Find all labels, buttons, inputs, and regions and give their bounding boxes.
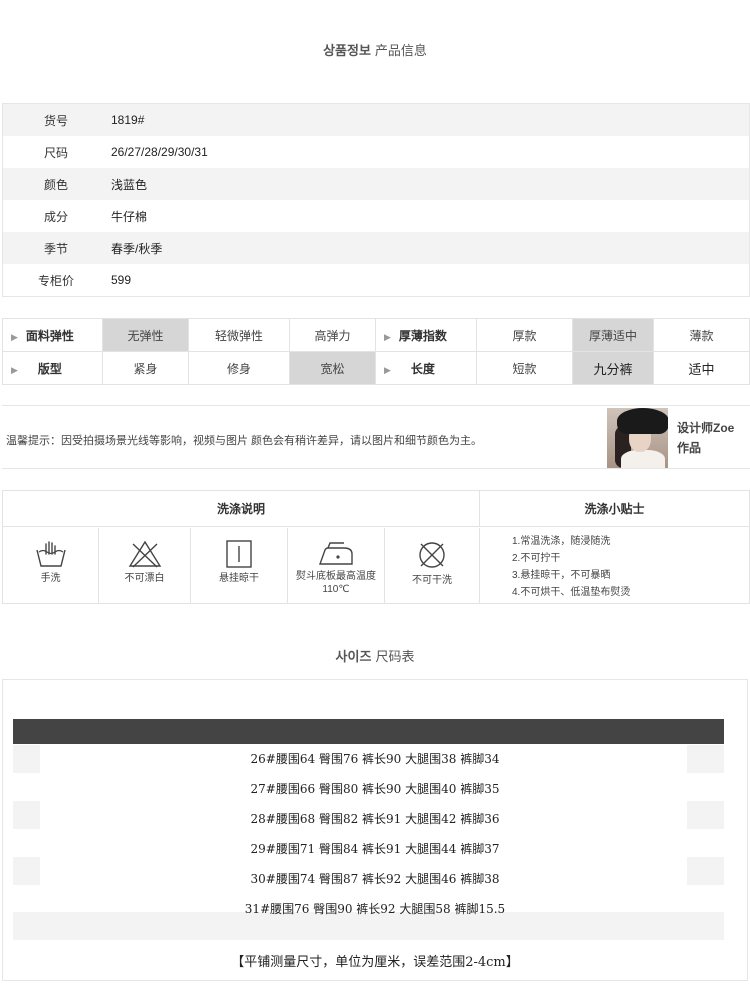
no-bleach-icon xyxy=(128,540,161,568)
care-tip: 4.不可烘干、低温垫布熨烫 xyxy=(512,587,631,598)
size-row: 29#腰围71 臀围84 裤长91 大腿围44 裤脚37 xyxy=(250,842,500,856)
product-info-table: 货号 1819# 尺码 26/27/28/29/30/31 颜色 浅蓝色 成分 … xyxy=(2,103,750,297)
hand-wash-icon xyxy=(35,541,66,567)
triangle-icon: ▶ xyxy=(384,364,391,375)
size-row: 27#腰围66 臀围80 裤长90 大腿围40 裤脚35 xyxy=(250,782,500,796)
property-option: 适中 xyxy=(653,351,750,385)
care-label: 不可漂白 xyxy=(124,573,165,584)
property-head-label: 长度 xyxy=(410,361,435,376)
hang-dry-icon xyxy=(226,540,252,568)
property-row: ▶ 面料弹性 无弹性 轻微弹性 高弹力 ▶ 厚薄指数 厚款 厚薄适中 薄款 xyxy=(2,318,750,352)
care-tips-title: 洗涤小贴士 xyxy=(480,491,749,527)
info-row: 成分 牛仔棉 xyxy=(3,200,749,232)
property-option: 薄款 xyxy=(653,318,750,352)
size-row: 28#腰围68 臀围82 裤长91 大腿围42 裤脚36 xyxy=(250,812,500,826)
info-value: 599 xyxy=(111,273,132,287)
designer-credit: 设计师Zoe 作品 xyxy=(677,418,734,458)
designer-works: 作品 xyxy=(677,441,702,455)
property-head: ▶ 长度 xyxy=(375,351,477,385)
info-value: 26/27/28/29/30/31 xyxy=(111,145,208,159)
care-item: 熨斗底板最高温度110℃ xyxy=(288,528,385,603)
care-item: 不可干洗 xyxy=(385,528,480,603)
size-title-cn: 尺码表 xyxy=(375,649,415,664)
designer-name: 设计师Zoe xyxy=(677,421,735,435)
size-row: 26#腰围64 臀围76 裤长90 大腿围38 裤脚34 xyxy=(250,752,500,766)
triangle-icon: ▶ xyxy=(11,364,18,375)
info-key: 货号 xyxy=(43,113,68,128)
size-chart-header-bar xyxy=(13,719,724,744)
property-option-selected: 九分裤 xyxy=(572,351,654,385)
product-info-title-kr: 상품정보 xyxy=(323,43,371,58)
care-item: 不可漂白 xyxy=(99,528,191,603)
info-key: 专柜价 xyxy=(37,273,74,288)
care-title: 洗涤说明 xyxy=(3,491,480,527)
care-item: 悬挂晾干 xyxy=(191,528,288,603)
property-row: ▶ 版型 紧身 修身 宽松 ▶ 长度 短款 九分裤 适中 xyxy=(2,351,750,385)
size-row: 31#腰围76 臀围90 裤长92 大腿围58 裤脚15.5 xyxy=(244,902,506,916)
property-head-label: 面料弹性 xyxy=(25,328,74,343)
property-option-selected: 厚薄适中 xyxy=(572,318,654,352)
no-dry-clean-icon xyxy=(419,542,445,568)
care-item: 手洗 xyxy=(3,528,99,603)
info-key: 颜色 xyxy=(43,177,68,192)
property-option: 紧身 xyxy=(102,351,189,385)
property-head-label: 厚薄指数 xyxy=(398,328,447,343)
care-tip: 1.常温洗涤，随浸随洗 xyxy=(512,536,611,547)
info-row: 颜色 浅蓝色 xyxy=(3,168,749,200)
info-row: 货号 1819# xyxy=(3,104,749,136)
info-value: 浅蓝色 xyxy=(111,177,148,192)
property-option: 修身 xyxy=(188,351,290,385)
property-option: 轻微弹性 xyxy=(188,318,290,352)
property-option-selected: 宽松 xyxy=(289,351,376,385)
triangle-icon: ▶ xyxy=(384,331,391,342)
info-key: 成分 xyxy=(43,209,68,224)
size-title-kr: 사이즈 xyxy=(335,649,372,664)
property-head-label: 版型 xyxy=(37,361,62,376)
notice-text: 温馨提示：因受拍摄场景光线等影响，视频与图片 颜色会有稍许差异，请以图片和细节颜… xyxy=(6,435,483,447)
care-label: 熨斗底板最高温度110℃ xyxy=(296,571,376,595)
property-option: 厚款 xyxy=(476,318,573,352)
property-table: ▶ 面料弹性 无弹性 轻微弹性 高弹力 ▶ 厚薄指数 厚款 厚薄适中 薄款 ▶ 版型 … xyxy=(2,318,750,385)
size-title: 사이즈 尺码表 xyxy=(0,646,750,665)
info-row: 季节 春季/秋季 xyxy=(3,232,749,264)
product-info-title: 상품정보 产品信息 xyxy=(0,40,750,59)
size-row: 30#腰围74 臀围87 裤长92 大腿围46 裤脚38 xyxy=(250,872,500,886)
care-label: 不可干洗 xyxy=(412,575,452,586)
product-info-title-cn: 产品信息 xyxy=(374,43,427,58)
notice-banner: 温馨提示：因受拍摄场景光线等影响，视频与图片 颜色会有稍许差异，请以图片和细节颜… xyxy=(2,405,750,469)
care-section: 洗涤说明 洗涤小贴士 手洗 不可漂白 悬挂晾干 熨斗底板最高温度110℃ 不可干… xyxy=(2,490,750,604)
property-head: ▶ 版型 xyxy=(2,351,103,385)
info-value: 春季/秋季 xyxy=(111,241,163,256)
designer-photo xyxy=(607,408,668,468)
care-label: 悬挂晾干 xyxy=(219,573,259,584)
property-head: ▶ 面料弹性 xyxy=(2,318,103,352)
property-option: 高弹力 xyxy=(289,318,376,352)
property-option-selected: 无弹性 xyxy=(102,318,189,352)
info-key: 季节 xyxy=(43,241,68,256)
care-tip: 3.悬挂晾干，不可暴晒 xyxy=(512,570,611,581)
info-row: 专柜价 599 xyxy=(3,264,749,296)
info-key: 尺码 xyxy=(43,145,68,160)
property-option: 短款 xyxy=(476,351,573,385)
care-tips-list: 1.常温洗涤，随浸随洗 2.不可拧干 3.悬挂晾干，不可暴晒 4.不可烘干、低温… xyxy=(512,533,630,601)
care-tip: 2.不可拧干 xyxy=(512,553,561,564)
info-value: 1819# xyxy=(111,113,145,127)
iron-icon xyxy=(319,542,353,565)
property-head: ▶ 厚薄指数 xyxy=(375,318,477,352)
size-footnote: 【平铺测量尺寸，单位为厘米，误差范围2-4cm】 xyxy=(231,955,519,970)
care-label: 手洗 xyxy=(40,573,61,584)
info-value: 牛仔棉 xyxy=(111,209,148,224)
info-row: 尺码 26/27/28/29/30/31 xyxy=(3,136,749,168)
triangle-icon: ▶ xyxy=(11,331,18,342)
